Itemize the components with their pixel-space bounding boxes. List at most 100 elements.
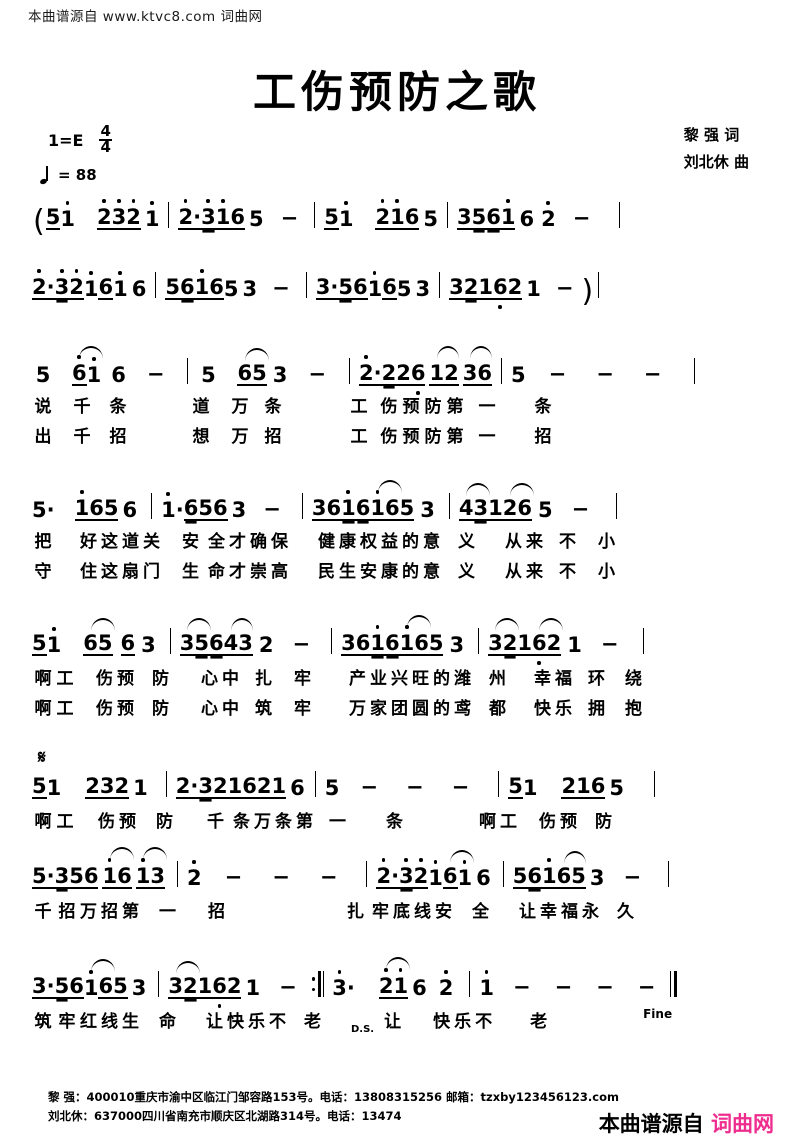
lyric-syllable: 老 <box>530 1012 548 1032</box>
lyric-syllable: 来 <box>526 562 543 582</box>
note: 2 <box>85 774 100 799</box>
note: 6 <box>382 275 397 300</box>
note: 4 <box>223 618 253 656</box>
note: 1 <box>83 271 99 301</box>
page-title: 工伤预防之歌 <box>253 68 541 118</box>
note: 1 <box>144 201 160 231</box>
lyric-syllable: 生 <box>182 562 199 582</box>
note: 1 <box>245 976 261 1000</box>
note: 1 <box>517 631 532 656</box>
note: 6 <box>527 864 543 889</box>
note: 3 <box>179 618 212 656</box>
lyric-syllable: 千 <box>34 902 52 922</box>
lyric-row-1: 千 招 万 招 第 一 招 扎 牢 底 线 安 全 让 幸 福 永 久 <box>32 889 762 927</box>
lyric-syllable: 心 <box>201 669 218 689</box>
note: 6 <box>183 496 199 521</box>
barline <box>616 493 618 519</box>
lyric-row-1: 把 好 这 道 关 安 全 才 确 保 健 康 权 益 的 意 义 从 来 不 … <box>32 521 762 557</box>
note: 6 <box>404 205 420 230</box>
note: 1 <box>271 774 287 799</box>
music-system-3: 5 6 1 6 − 5 6 5 3 − 2 · 2 2 6 1 2 3 6 5 … <box>32 346 762 452</box>
lyric-syllable: 一 <box>329 812 346 832</box>
note: 6 <box>517 496 532 521</box>
augmentation-dot: · <box>346 976 355 1000</box>
hold-dash: − <box>292 632 311 656</box>
lyric-syllable: 全 <box>472 902 489 922</box>
lyric-syllable: 工 <box>56 699 74 719</box>
note: 6 <box>83 864 99 889</box>
barline <box>469 971 471 997</box>
lyric-syllable: 啊 <box>34 699 52 719</box>
lyric-syllable: 招 <box>534 427 552 447</box>
note: 6 <box>477 361 492 386</box>
note: 3 <box>449 633 465 657</box>
note: 6 <box>590 774 606 799</box>
note: 3 <box>111 199 127 230</box>
lyric-syllable: 防 <box>424 397 442 417</box>
lyric-syllable: 预 <box>402 427 420 447</box>
lyric-syllable: 关 <box>143 532 160 552</box>
note: 1 <box>500 199 516 230</box>
note: 2 <box>438 970 454 1000</box>
note: 1 <box>479 970 494 1000</box>
note: 2 <box>258 633 274 657</box>
note: 3 <box>54 864 70 889</box>
lyric-syllable: 福 <box>555 669 572 689</box>
lyric-syllable: 招 <box>109 427 127 447</box>
lyric-syllable: 旺 <box>412 669 429 689</box>
lyric-syllable: 团 <box>391 699 408 719</box>
lyric-syllable: 工 <box>350 397 368 417</box>
barline <box>151 493 153 519</box>
note: 6 <box>98 974 114 999</box>
lyric-syllable: 条 <box>386 812 403 832</box>
segno-icon: 𝄋 <box>38 747 46 768</box>
music-system-2: 2 · 3 2 1 6 1 6 5 6 1 6 5 3 − 3 · 5 6 1 … <box>32 266 762 309</box>
lyric-syllable: 确 <box>250 532 267 552</box>
note: 6 <box>492 275 508 309</box>
lyric-syllable: 来 <box>526 532 543 552</box>
lyric-syllable: 扎 <box>347 902 364 922</box>
note: 5 <box>165 275 180 300</box>
barline <box>305 272 307 298</box>
slur-icon <box>563 851 586 864</box>
music-system-7: 5 · 3 5 6 1 6 1 3 2 − − − 2 · 3 2 1 6 1 … <box>32 847 762 927</box>
tempo-marking: = 88 <box>40 165 97 184</box>
hold-dash: − <box>280 206 299 230</box>
lyric-syllable: 幸 <box>540 902 557 922</box>
lyric-syllable: 都 <box>489 699 506 719</box>
note: 5 <box>223 277 239 301</box>
lyric-syllable: 的 <box>433 699 450 719</box>
note: 6 <box>476 866 491 890</box>
final-thin-line <box>670 971 672 997</box>
lyric-syllable: 潍 <box>454 669 471 689</box>
lyric-syllable: 拥 <box>588 699 605 719</box>
note: 5 <box>248 207 264 231</box>
note: 6 <box>111 363 126 387</box>
composer-credit: 刘北休 曲 <box>683 153 749 171</box>
note: 1 <box>338 201 354 231</box>
augmentation-dot: · <box>193 205 202 230</box>
note: 6 <box>519 207 535 231</box>
note: 6 <box>355 631 371 656</box>
note: 1 <box>227 774 243 799</box>
barline <box>187 358 189 384</box>
open-paren: ( <box>33 204 45 239</box>
music-system-5: 5 1 6 5 6 3 3 5 6 4 3 2 − 3 6 1 6 1 6 5 … <box>32 615 762 724</box>
note: 3 <box>131 976 147 1000</box>
note: 6 <box>326 496 342 521</box>
note: 5 <box>510 363 526 387</box>
lyric-syllable: 啊 <box>34 669 52 689</box>
lyric-syllable: 工 <box>56 669 74 689</box>
lyric-syllable: 康 <box>339 532 356 552</box>
hold-dash: − <box>512 975 531 999</box>
ds-mark: D.S. <box>351 1024 375 1035</box>
lyric-syllable: 不 <box>475 1012 493 1032</box>
note: 5 <box>324 205 339 230</box>
note: 3 <box>141 633 156 657</box>
note-row: 5 6 1 6 − 5 6 5 3 − 2 · 2 2 6 1 2 3 6 5 … <box>32 346 762 395</box>
lyric-row-1: 筑 牢 红 线 生 命 让 快 乐 不 老 D.S. 让 快 乐 不 老 Fin… <box>32 999 762 1037</box>
note: 2 <box>32 269 47 300</box>
note: 3 <box>415 277 431 301</box>
time-signature-denominator: 4 <box>100 137 111 156</box>
note: 1 <box>161 492 176 522</box>
